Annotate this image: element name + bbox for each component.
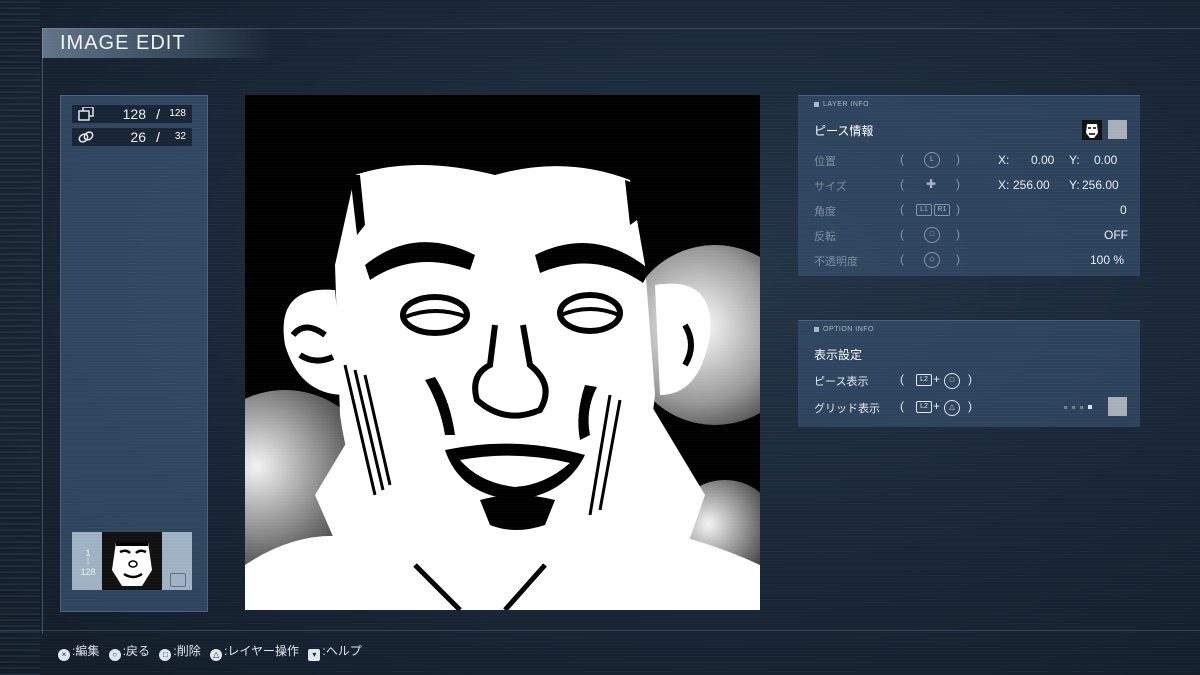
side-decoration — [0, 0, 40, 675]
footer-divider — [0, 630, 1200, 631]
l-stick-icon: L — [924, 152, 940, 168]
button-guide: ×:編集 ○:戻る □:削除 △:レイヤー操作 ▾:ヘルプ — [58, 642, 368, 661]
touchpad-icon: ▾ — [308, 649, 321, 661]
thumbnail-link-icon — [170, 573, 186, 587]
opacity-label: 不透明度 — [814, 256, 858, 268]
piece-info-title: ピース情報 — [814, 124, 874, 138]
l2-button-icon: L2 — [916, 374, 932, 386]
plus-sign: + — [933, 372, 941, 386]
edit-canvas[interactable] — [245, 95, 760, 610]
size-x-value: 256.00 — [1013, 178, 1050, 192]
piece-count: 128 — [122, 106, 146, 122]
edit-hint[interactable]: ×:編集 — [58, 642, 99, 661]
face-artwork — [245, 95, 760, 610]
paren-open: ( — [900, 202, 904, 216]
position-x-value: 0.00 — [1031, 153, 1055, 167]
back-hint[interactable]: ○:戻る — [108, 642, 151, 661]
layers-icon — [78, 107, 94, 121]
option-info-panel: OPTION INFO 表示設定 ピース表示 ( L2 + □ ) グリッド表示… — [798, 320, 1140, 427]
size-label: サイズ — [814, 181, 847, 193]
piece-max: 128 — [169, 108, 186, 119]
position-label: 位置 — [814, 156, 836, 168]
layer-info-header: LAYER INFO — [814, 101, 869, 108]
l2-button-icon: L2 — [916, 401, 932, 413]
display-settings-title: 表示設定 — [814, 348, 863, 362]
triangle-button-icon: △ — [944, 400, 960, 416]
size-y-value: 256.00 — [1082, 178, 1119, 192]
paren-open: ( — [900, 227, 904, 241]
back-hint-label: :戻る — [122, 644, 151, 658]
separator: / — [156, 129, 160, 145]
square-button-icon: □ — [159, 649, 172, 661]
piece-preview-thumbnail — [1082, 120, 1102, 140]
paren-close: ) — [956, 252, 960, 266]
thumbnail-index: 1 — [85, 548, 91, 558]
angle-value: 0 — [1120, 203, 1127, 217]
opacity-value: 100 % — [1090, 253, 1125, 267]
flip-value: OFF — [1104, 228, 1128, 242]
angle-label: 角度 — [814, 206, 836, 218]
layer-operation-hint[interactable]: △:レイヤー操作 — [210, 642, 299, 661]
paren-close: ) — [956, 152, 960, 166]
dpad-icon: ✚ — [925, 177, 937, 191]
paren-open: ( — [900, 177, 904, 191]
paren-close: ) — [968, 399, 972, 413]
x-label: X: — [998, 153, 1010, 167]
cross-button-icon: × — [58, 649, 70, 661]
paren-open: ( — [900, 372, 904, 386]
layer-info-panel: LAYER INFO ピース情報 位置 ( L ) X: 0.00 Y: 0.0… — [798, 95, 1140, 276]
delete-hint-label: :削除 — [173, 644, 201, 658]
thumbnail-image[interactable] — [102, 532, 162, 590]
grid-size-dot — [1064, 406, 1067, 409]
circle-button-icon: ○ — [108, 649, 121, 661]
paren-close: ) — [956, 177, 960, 191]
r1-button-icon: R1 — [934, 204, 950, 216]
delete-hint[interactable]: □:削除 — [159, 642, 201, 661]
separator: / — [156, 106, 160, 122]
paren-close: ) — [968, 372, 972, 386]
paren-open: ( — [900, 399, 904, 413]
square-button-icon: □ — [944, 373, 960, 389]
paren-open: ( — [900, 252, 904, 266]
square-button-icon: □ — [924, 227, 940, 243]
thumbnail-dash: | — [87, 558, 89, 565]
thumbnail-total: 128 — [80, 567, 96, 577]
help-hint-label: :ヘルプ — [322, 644, 362, 658]
link-max: 32 — [174, 131, 186, 142]
y-label: Y: — [1069, 153, 1080, 167]
link-counter: 26 / 32 — [72, 128, 192, 146]
option-info-header: OPTION INFO — [814, 326, 874, 333]
piece-counter: 128 / 128 — [72, 105, 192, 123]
grid-size-dot — [1072, 406, 1075, 409]
grid-display-label: グリッド表示 — [814, 403, 880, 415]
grid-size-dot — [1080, 406, 1083, 409]
page-title: IMAGE EDIT — [60, 32, 186, 54]
link-count: 26 — [130, 129, 146, 145]
layer-operation-hint-label: :レイヤー操作 — [224, 644, 300, 658]
triangle-button-icon: △ — [210, 649, 223, 661]
position-y-value: 0.00 — [1094, 153, 1118, 167]
y-label: Y: — [1069, 178, 1080, 192]
plus-sign: + — [933, 399, 941, 413]
paren-close: ) — [956, 227, 960, 241]
piece-display-label: ピース表示 — [814, 376, 869, 388]
x-label: X: — [998, 178, 1010, 192]
r-stick-icon: ◇ — [924, 252, 940, 268]
link-icon — [78, 131, 94, 143]
grid-color-swatch[interactable] — [1108, 397, 1127, 416]
flip-label: 反転 — [814, 231, 836, 243]
grid-size-dot-active — [1088, 405, 1092, 409]
paren-close: ) — [956, 202, 960, 216]
help-hint[interactable]: ▾:ヘルプ — [308, 642, 362, 661]
piece-color-swatch[interactable] — [1108, 120, 1127, 139]
paren-open: ( — [900, 152, 904, 166]
edit-hint-label: :編集 — [72, 644, 100, 658]
l1-button-icon: L1 — [916, 204, 932, 216]
